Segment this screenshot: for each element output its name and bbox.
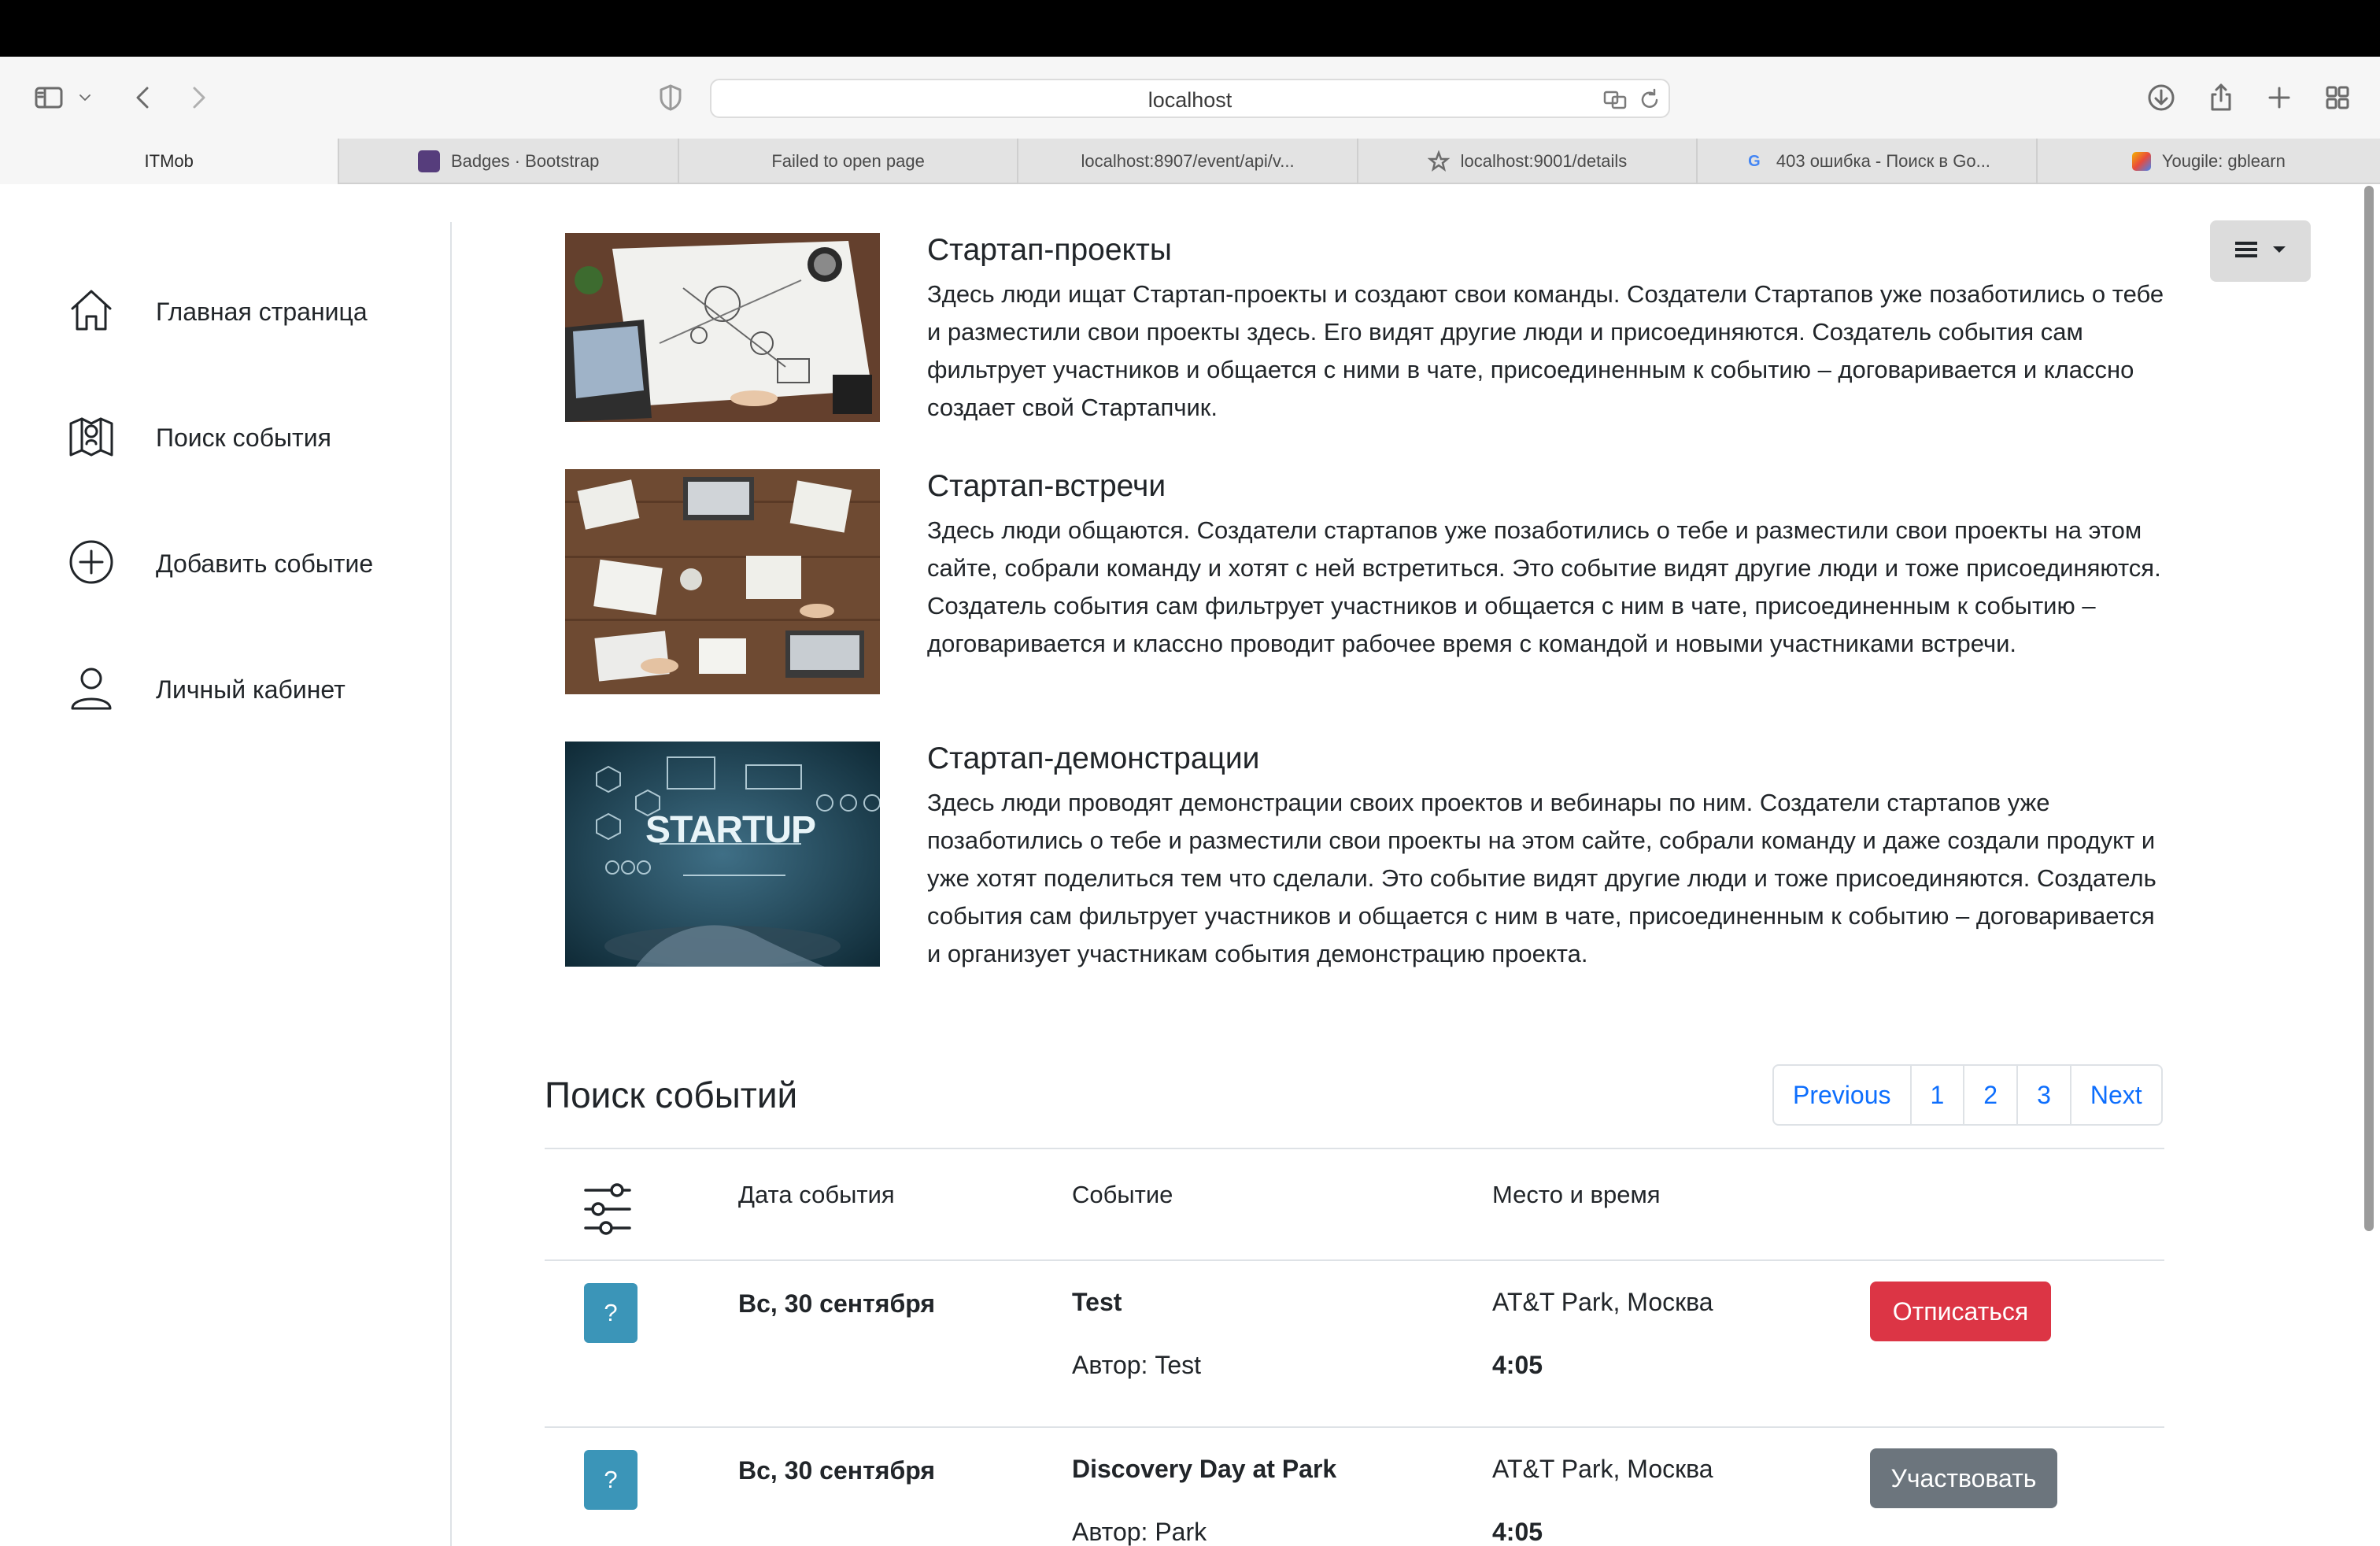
tab-label: localhost:8907/event/api/v... [1081, 151, 1295, 171]
user-icon [66, 663, 116, 717]
participate-button[interactable]: Участвовать [1870, 1448, 2057, 1508]
map-search-icon [66, 411, 116, 465]
sidebar-item-home[interactable]: Главная страница [66, 280, 368, 343]
translate-icon[interactable] [1602, 87, 1628, 113]
filter-sliders-icon[interactable] [582, 1181, 633, 1237]
tab-label: Failed to open page [771, 151, 925, 171]
event-author: Автор: Test [1072, 1351, 1201, 1379]
event-date: Вс, 30 сентября [738, 1289, 935, 1318]
table-row: ? Вс, 30 сентября Test Автор: Test AT&T … [545, 1263, 2164, 1428]
tab-bootstrap-badges[interactable]: Badges · Bootstrap [339, 139, 679, 184]
event-place: AT&T Park, Москва [1492, 1455, 1713, 1483]
feature-description: Здесь люди ищат Стартап-проекты и создаю… [927, 280, 2164, 421]
event-date: Вс, 30 сентября [738, 1456, 935, 1485]
download-icon[interactable] [2142, 79, 2180, 117]
page-content: Главная страница Поиск события Добавить … [0, 186, 2380, 1546]
feature-title: Стартап-демонстрации [927, 742, 1260, 775]
forward-arrow-icon[interactable] [179, 79, 217, 117]
new-tab-plus-icon[interactable] [2260, 79, 2298, 117]
yougile-icon [2131, 152, 2151, 171]
column-header-date[interactable]: Дата события [738, 1181, 895, 1209]
column-header-place[interactable]: Место и время [1492, 1181, 1661, 1209]
google-icon: G [1748, 152, 1761, 170]
url-text[interactable]: localhost [711, 88, 1669, 113]
event-name[interactable]: Test [1072, 1288, 1122, 1317]
bootstrap-icon [417, 150, 440, 172]
tab-overview-icon[interactable] [2319, 79, 2356, 117]
menu-dropdown-button[interactable] [2210, 220, 2311, 282]
tab-label: Yougile: gblearn [2161, 151, 2286, 171]
sidebar-item-label: Поиск события [156, 423, 331, 452]
event-time: 4:05 [1492, 1518, 1543, 1546]
feature-description: Здесь люди проводят демонстрации своих п… [927, 789, 2156, 967]
event-author: Автор: Park [1072, 1518, 1207, 1546]
sidebar-item-add-event[interactable]: Добавить событие [66, 532, 373, 595]
tab-itmob[interactable]: ITMob [0, 139, 340, 184]
system-menu-bar [0, 0, 2380, 57]
sidebar-item-label: Добавить событие [156, 549, 374, 578]
tab-failed-page[interactable]: Failed to open page [679, 139, 1019, 184]
unsubscribe-button[interactable]: Отписаться [1870, 1282, 2051, 1341]
tab-label: ITMob [144, 151, 194, 171]
event-name[interactable]: Discovery Day at Park [1072, 1455, 1336, 1484]
feature-image [565, 469, 880, 694]
sidebar: Главная страница Поиск события Добавить … [0, 222, 452, 1546]
tab-yougile[interactable]: Yougile: gblearn [2038, 139, 2380, 184]
address-bar[interactable]: localhost [710, 79, 1670, 118]
feature-image: STARTUP [565, 742, 880, 967]
tab-google-search[interactable]: G 403 ошибка - Поиск в Go... [1698, 139, 2038, 184]
sidebar-item-profile[interactable]: Личный кабинет [66, 658, 346, 721]
tab-localhost-details[interactable]: localhost:9001/details [1358, 139, 1698, 184]
pagination-page-3[interactable]: 3 [2018, 1066, 2071, 1124]
tab-label: localhost:9001/details [1460, 151, 1628, 171]
privacy-shield-icon[interactable] [652, 79, 689, 117]
pagination-page-1[interactable]: 1 [1912, 1066, 1965, 1124]
star-icon [1427, 150, 1450, 172]
plus-circle-icon [66, 537, 116, 591]
share-icon[interactable] [2202, 79, 2240, 117]
feature-description: Здесь люди общаются. Создатели стартапов… [927, 516, 2161, 657]
sidebar-toggle-icon[interactable] [30, 79, 68, 117]
pagination-previous[interactable]: Previous [1774, 1066, 1912, 1124]
feature-startup-demos: STARTUP Стартап-демонстрации Здесь люди … [565, 742, 2171, 1009]
events-section-title: Поиск событий [545, 1074, 798, 1115]
column-header-event[interactable]: Событие [1072, 1181, 1173, 1209]
feature-startup-meetings: Стартап-встречи Здесь люди общаются. Соз… [565, 469, 2171, 705]
back-arrow-icon[interactable] [124, 79, 162, 117]
reload-icon[interactable] [1637, 87, 1662, 113]
feature-image [565, 233, 880, 422]
event-time: 4:05 [1492, 1351, 1543, 1379]
home-icon [66, 285, 116, 339]
events-table-header: Дата события Событие Место и время [545, 1149, 2164, 1261]
feature-title: Стартап-встречи [927, 469, 1166, 503]
sidebar-item-label: Личный кабинет [156, 675, 346, 704]
info-badge[interactable]: ? [584, 1283, 638, 1343]
tab-label: 403 ошибка - Поиск в Go... [1776, 151, 1990, 171]
tab-localhost-api[interactable]: localhost:8907/event/api/v... [1018, 139, 1358, 184]
table-row: ? Вс, 30 сентября Discovery Day at Park … [545, 1429, 2164, 1546]
pagination-page-2[interactable]: 2 [1964, 1066, 2019, 1124]
event-place: AT&T Park, Москва [1492, 1288, 1713, 1316]
tab-label: Badges · Bootstrap [450, 151, 600, 171]
chevron-down-icon[interactable] [72, 79, 98, 117]
tab-bar: ITMob Badges · Bootstrap Failed to open … [0, 139, 2380, 184]
info-badge[interactable]: ? [584, 1450, 638, 1510]
sidebar-item-search[interactable]: Поиск события [66, 406, 331, 469]
startup-image-text: STARTUP [645, 809, 815, 851]
hamburger-icon [2234, 239, 2260, 264]
feature-title: Стартап-проекты [927, 233, 1172, 267]
caret-down-icon [2271, 242, 2287, 261]
sidebar-item-label: Главная страница [156, 297, 368, 326]
page-scrollbar[interactable] [2364, 186, 2374, 1231]
pagination-next[interactable]: Next [2071, 1066, 2161, 1124]
feature-startup-projects: Стартап-проекты Здесь люди ищат Стартап-… [565, 233, 2171, 453]
pagination: Previous 1 2 3 Next [1772, 1064, 2163, 1126]
